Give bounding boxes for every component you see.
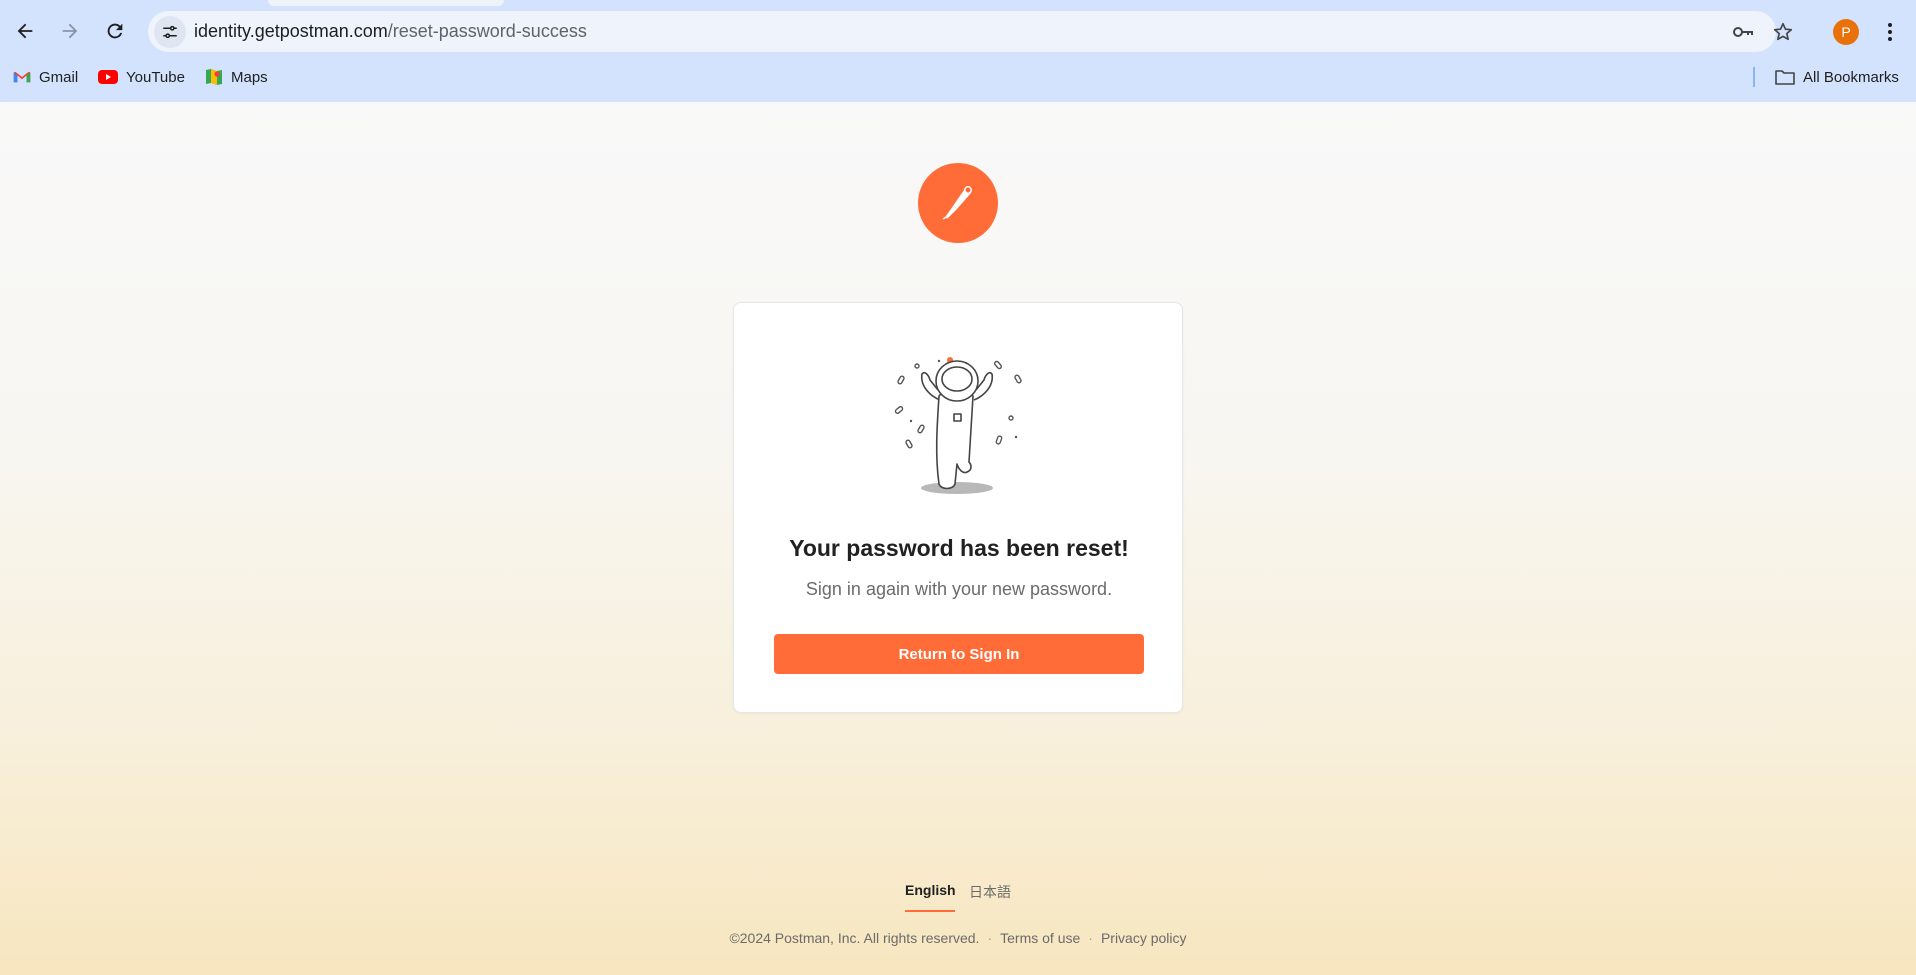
reload-button[interactable] — [98, 14, 132, 48]
bookmarks-bar: Gmail YouTube Maps All Bookmarks — [0, 62, 1916, 94]
page-subtitle: Sign in again with your new password. — [805, 579, 1113, 599]
arrow-right-icon — [62, 23, 78, 39]
address-bar[interactable]: identity.getpostman.com/reset-password-s… — [148, 11, 1793, 52]
language-english[interactable]: English — [905, 882, 956, 898]
site-info-button[interactable] — [154, 16, 186, 48]
star-icon — [1773, 22, 1793, 41]
youtube-icon — [98, 70, 118, 84]
footer-separator: · — [987, 930, 993, 946]
all-bookmarks-button[interactable]: All Bookmarks — [1775, 64, 1899, 90]
url-text: identity.getpostman.com/reset-password-s… — [194, 21, 587, 42]
back-button[interactable] — [8, 14, 42, 48]
gmail-icon — [13, 71, 31, 83]
return-to-sign-in-button[interactable]: Return to Sign In — [774, 634, 1144, 674]
browser-chrome: identity.getpostman.com/reset-password-s… — [0, 0, 1916, 102]
bookmark-youtube[interactable]: YouTube — [98, 64, 185, 90]
bookmark-gmail[interactable]: Gmail — [13, 64, 78, 90]
url-host: identity.getpostman.com — [194, 21, 388, 41]
page-title: Your password has been reset! — [789, 535, 1129, 561]
more-vert-icon — [1888, 23, 1892, 41]
postman-logo — [918, 163, 998, 243]
bookmark-maps[interactable]: Maps — [205, 64, 268, 90]
bookmark-label: Maps — [231, 68, 268, 86]
password-key-button[interactable] — [1731, 20, 1755, 44]
bookmark-label: Gmail — [39, 68, 79, 86]
copyright-text: ©2024 Postman, Inc. All rights reserved. — [729, 930, 980, 946]
astronaut-celebration-illustration — [894, 357, 1022, 494]
folder-icon — [1775, 70, 1795, 85]
terms-of-use-link[interactable]: Terms of use — [1000, 930, 1080, 946]
language-japanese[interactable]: 日本語 — [969, 882, 1011, 902]
active-tab[interactable] — [268, 0, 504, 6]
footer-separator: · — [1088, 930, 1093, 946]
page-content: Your password has been reset! Sign in ag… — [0, 102, 1916, 975]
url-path: /reset-password-success — [387, 21, 587, 41]
postman-rocket-icon — [942, 186, 972, 220]
arrow-left-icon — [17, 23, 33, 39]
active-language-indicator — [905, 910, 955, 912]
bookmarks-separator — [1753, 67, 1755, 87]
key-icon — [1733, 27, 1753, 37]
tune-icon — [163, 25, 177, 39]
tab-strip — [0, 0, 1916, 6]
bookmark-star-button[interactable] — [1771, 20, 1795, 44]
footer: ©2024 Postman, Inc. All rights reserved.… — [0, 930, 1916, 946]
reload-icon — [107, 23, 123, 39]
browser-menu-button[interactable] — [1878, 18, 1902, 46]
bookmark-label: YouTube — [126, 68, 185, 86]
privacy-policy-link[interactable]: Privacy policy — [1101, 930, 1187, 946]
success-card: Your password has been reset! Sign in ag… — [733, 302, 1183, 713]
profile-avatar[interactable]: P — [1833, 19, 1859, 45]
all-bookmarks-label: All Bookmarks — [1803, 68, 1899, 86]
maps-icon — [206, 69, 222, 85]
forward-button[interactable] — [53, 14, 87, 48]
